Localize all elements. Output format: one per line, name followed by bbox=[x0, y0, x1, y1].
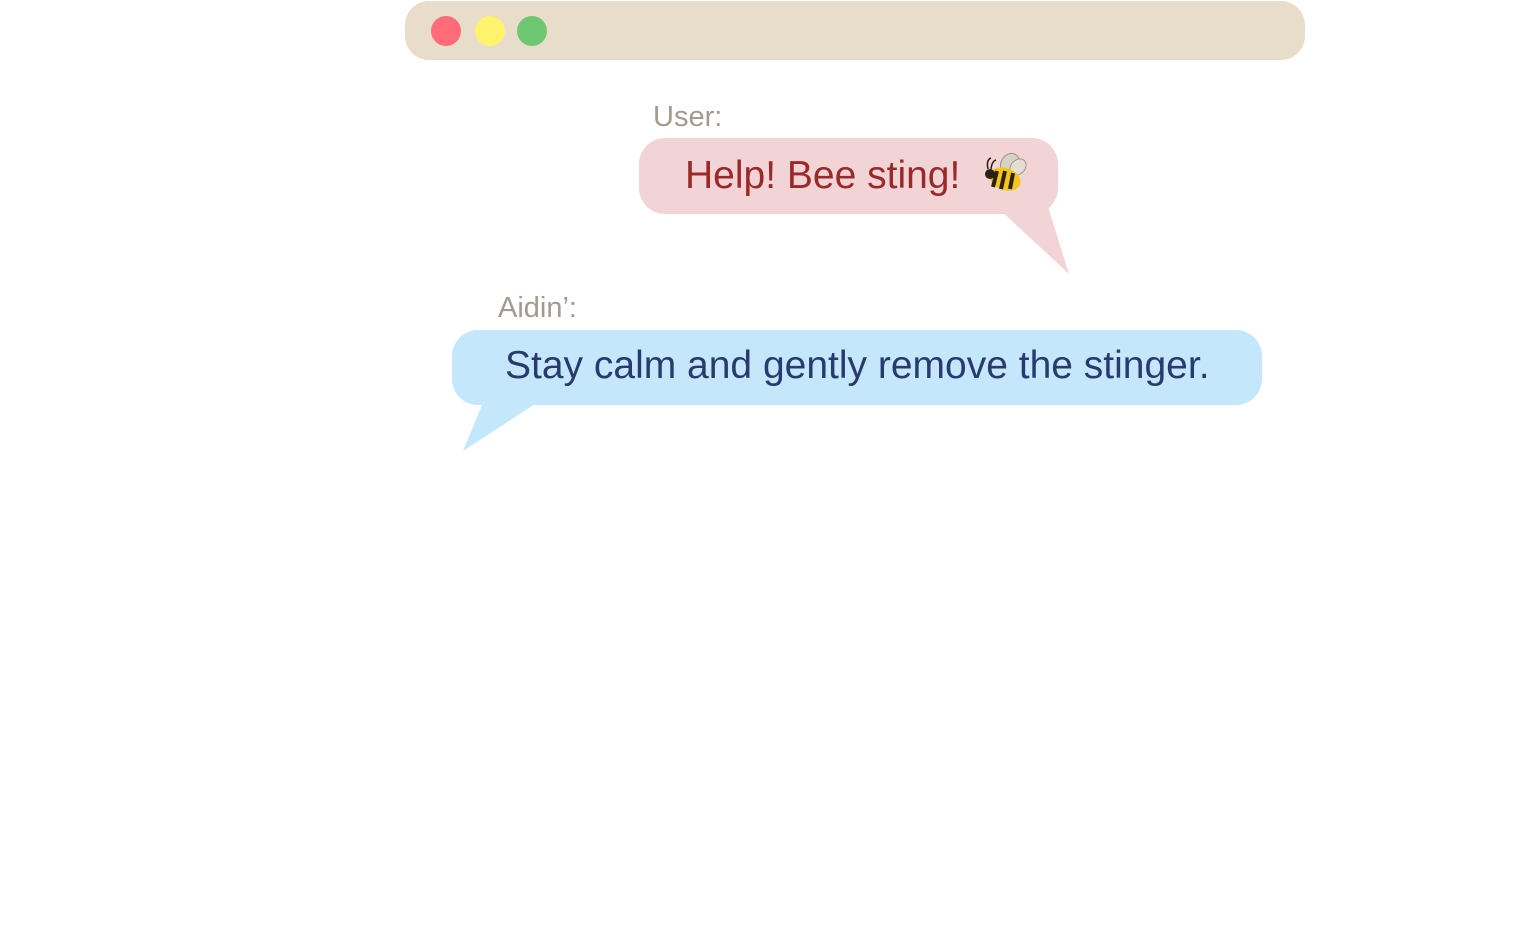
assistant-bubble-tail bbox=[463, 398, 535, 451]
window-titlebar bbox=[405, 1, 1305, 60]
assistant-speaker-label: Aidin’: bbox=[498, 292, 577, 324]
user-message-bubble: Help! Bee sting! bbox=[639, 138, 1058, 214]
minimize-window-button[interactable] bbox=[475, 16, 505, 46]
maximize-window-button[interactable] bbox=[517, 16, 547, 46]
chat-window: User: Help! Bee sting! Aidin’: Stay calm… bbox=[0, 0, 1520, 950]
user-message-text: Help! Bee sting! bbox=[685, 154, 961, 197]
assistant-bubble-tail-shape bbox=[463, 398, 535, 451]
assistant-message-text: Stay calm and gently remove the stinger. bbox=[505, 344, 1210, 387]
assistant-message-bubble: Stay calm and gently remove the stinger. bbox=[452, 330, 1262, 405]
bee-icon bbox=[985, 152, 1027, 191]
close-window-button[interactable] bbox=[431, 16, 461, 46]
user-speaker-label: User: bbox=[653, 101, 723, 133]
